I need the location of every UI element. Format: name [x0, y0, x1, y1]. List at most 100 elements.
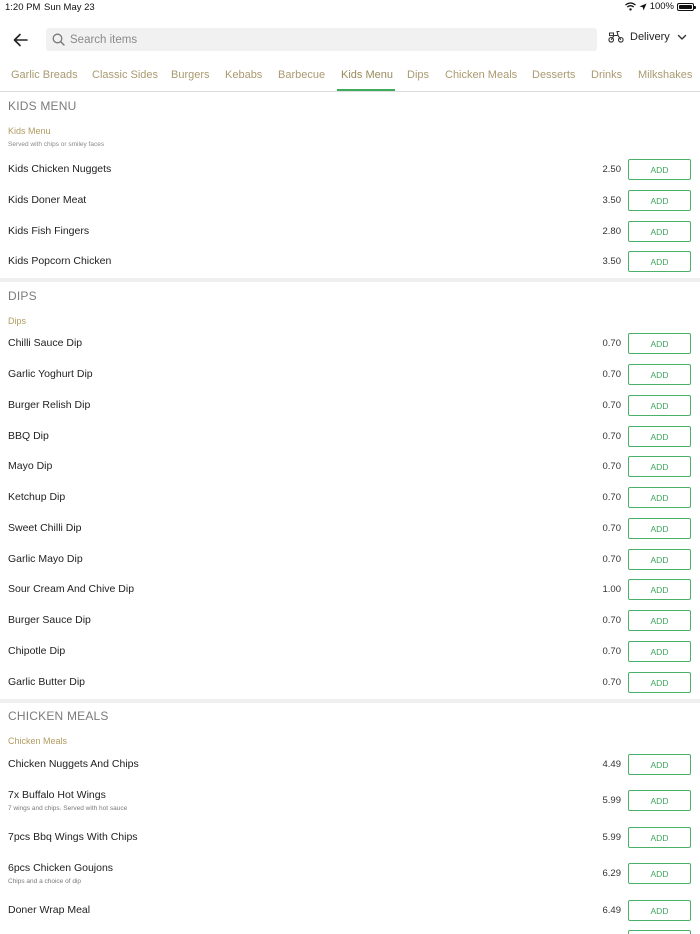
list-item: Burger Sauce Dip 0.70 ADD	[0, 605, 700, 635]
item-price: 0.70	[602, 492, 622, 503]
item-price: 0.70	[602, 338, 622, 349]
list-item: Ketchup Dip 0.70 ADD	[0, 482, 700, 512]
list-item: 6pcs Chicken Goujons Chips and a choice …	[0, 857, 700, 891]
tab-dips[interactable]: Dips	[407, 69, 429, 91]
list-item: Chicken Nuggets And Chips 4.49 ADD	[0, 749, 700, 779]
add-button[interactable]: ADD	[628, 754, 691, 775]
tab-burgers[interactable]: Burgers	[171, 69, 210, 91]
add-button[interactable]: ADD	[628, 610, 691, 631]
delivery-selector[interactable]: Delivery	[608, 30, 688, 43]
tab-desserts[interactable]: Desserts	[532, 69, 575, 91]
item-price: 0.70	[602, 615, 622, 626]
tab-garlic-breads[interactable]: Garlic Breads	[11, 69, 78, 91]
add-button[interactable]: ADD	[628, 641, 691, 662]
add-button[interactable]: ADD	[628, 251, 691, 272]
delivery-label: Delivery	[630, 30, 670, 43]
list-item: 7pcs Bbq Wings With Chips 5.99 ADD	[0, 822, 700, 852]
section-title-dips: DIPS	[8, 289, 37, 303]
tab-classic-sides[interactable]: Classic Sides	[92, 69, 158, 91]
list-item: Chipotle Dip 0.70 ADD	[0, 636, 700, 666]
item-price: 5.99	[602, 795, 622, 806]
list-item: Mayo Dip 0.70 ADD	[0, 451, 700, 481]
subcategory-label: Chicken Meals	[8, 736, 68, 746]
section-divider	[0, 278, 700, 282]
add-button[interactable]: ADD	[628, 395, 691, 416]
add-button[interactable]: ADD	[628, 790, 691, 811]
status-date: Sun May 23	[44, 2, 95, 13]
item-price: 0.70	[602, 523, 622, 534]
add-button[interactable]: ADD	[628, 863, 691, 884]
item-price: 5.99	[602, 832, 622, 843]
location-arrow-icon	[639, 3, 647, 10]
item-name: BBQ Dip	[8, 430, 49, 442]
list-item: BBQ Dip 0.70 ADD	[0, 421, 700, 451]
list-item: Sour Cream And Chive Dip 1.00 ADD	[0, 574, 700, 604]
list-item: Doner Wrap Meal 6.49 ADD	[0, 895, 700, 925]
tab-kebabs[interactable]: Kebabs	[225, 69, 262, 91]
status-bar: 1:20 PM Sun May 23 100%	[0, 0, 700, 14]
tab-milkshakes[interactable]: Milkshakes	[638, 69, 692, 91]
back-arrow-icon	[13, 33, 28, 47]
tab-drinks[interactable]: Drinks	[591, 69, 622, 91]
item-price: 2.80	[602, 226, 622, 237]
add-button[interactable]: ADD	[628, 672, 691, 693]
item-name: Garlic Mayo Dip	[8, 553, 83, 565]
list-item: Garlic Yoghurt Dip 0.70 ADD	[0, 359, 700, 389]
item-price: 6.29	[602, 868, 622, 879]
wifi-icon	[624, 2, 636, 11]
list-item: Garlic Butter Dip 0.70 ADD	[0, 667, 700, 697]
search-input[interactable]	[70, 33, 570, 46]
list-item: Kids Doner Meat 3.50 ADD	[0, 185, 700, 215]
item-price: 0.70	[602, 400, 622, 411]
item-name: Sweet Chilli Dip	[8, 522, 82, 534]
item-name: Garlic Yoghurt Dip	[8, 368, 93, 380]
scooter-icon	[608, 30, 624, 43]
add-button[interactable]: ADD	[628, 333, 691, 354]
list-item: Kids Fish Fingers 2.80 ADD	[0, 216, 700, 246]
subcategory-label: Dips	[8, 316, 27, 326]
item-name: Garlic Butter Dip	[8, 676, 86, 688]
tab-barbecue[interactable]: Barbecue	[278, 69, 325, 91]
search-bar[interactable]	[46, 28, 597, 51]
add-button[interactable]: ADD	[628, 518, 691, 539]
add-button[interactable]: ADD	[628, 159, 691, 180]
list-item: Sweet Chilli Dip 0.70 ADD	[0, 513, 700, 543]
tab-chicken-meals[interactable]: Chicken Meals	[445, 69, 517, 91]
add-button[interactable]: ADD	[628, 364, 691, 385]
battery-percent: 100%	[649, 1, 674, 12]
back-button[interactable]	[10, 29, 32, 51]
tab-kids-menu[interactable]: Kids Menu	[341, 69, 393, 91]
item-price: 0.70	[602, 431, 622, 442]
item-name: 7pcs Bbq Wings With Chips	[8, 831, 138, 843]
status-indicators: 100%	[624, 1, 696, 12]
add-button[interactable]: ADD	[628, 487, 691, 508]
add-button[interactable]: ADD	[628, 190, 691, 211]
item-name: Chicken Nuggets And Chips	[8, 758, 139, 770]
add-button[interactable]: ADD	[628, 426, 691, 447]
item-name: Burger Sauce Dip	[8, 614, 91, 626]
category-tabs: Garlic Breads Classic Sides Burgers Keba…	[0, 64, 700, 92]
add-button[interactable]: ADD	[628, 930, 691, 934]
add-button[interactable]: ADD	[628, 579, 691, 600]
item-price: 0.70	[602, 369, 622, 380]
item-name: Kids Chicken Nuggets	[8, 163, 112, 175]
status-time: 1:20 PM	[5, 2, 41, 13]
add-button[interactable]: ADD	[628, 549, 691, 570]
list-item: Kids Popcorn Chicken 3.50 ADD	[0, 246, 700, 276]
search-icon	[52, 33, 65, 46]
subcategory-description: Served with chips or smiley faces	[8, 141, 105, 148]
item-name: Chilli Sauce Dip	[8, 337, 83, 349]
item-price: 2.50	[602, 164, 622, 175]
item-name: Kids Doner Meat	[8, 194, 87, 206]
item-name: Burger Relish Dip	[8, 399, 91, 411]
add-button[interactable]: ADD	[628, 827, 691, 848]
add-button[interactable]: ADD	[628, 221, 691, 242]
subcategory-label: Kids Menu	[8, 126, 51, 136]
item-name: 6pcs Chicken Goujons	[8, 862, 114, 874]
section-divider	[0, 699, 700, 703]
add-button[interactable]: ADD	[628, 900, 691, 921]
section-title-kids-menu: KIDS MENU	[8, 99, 77, 113]
item-price: 6.49	[602, 905, 622, 916]
item-name: Kids Popcorn Chicken	[8, 255, 112, 267]
add-button[interactable]: ADD	[628, 456, 691, 477]
